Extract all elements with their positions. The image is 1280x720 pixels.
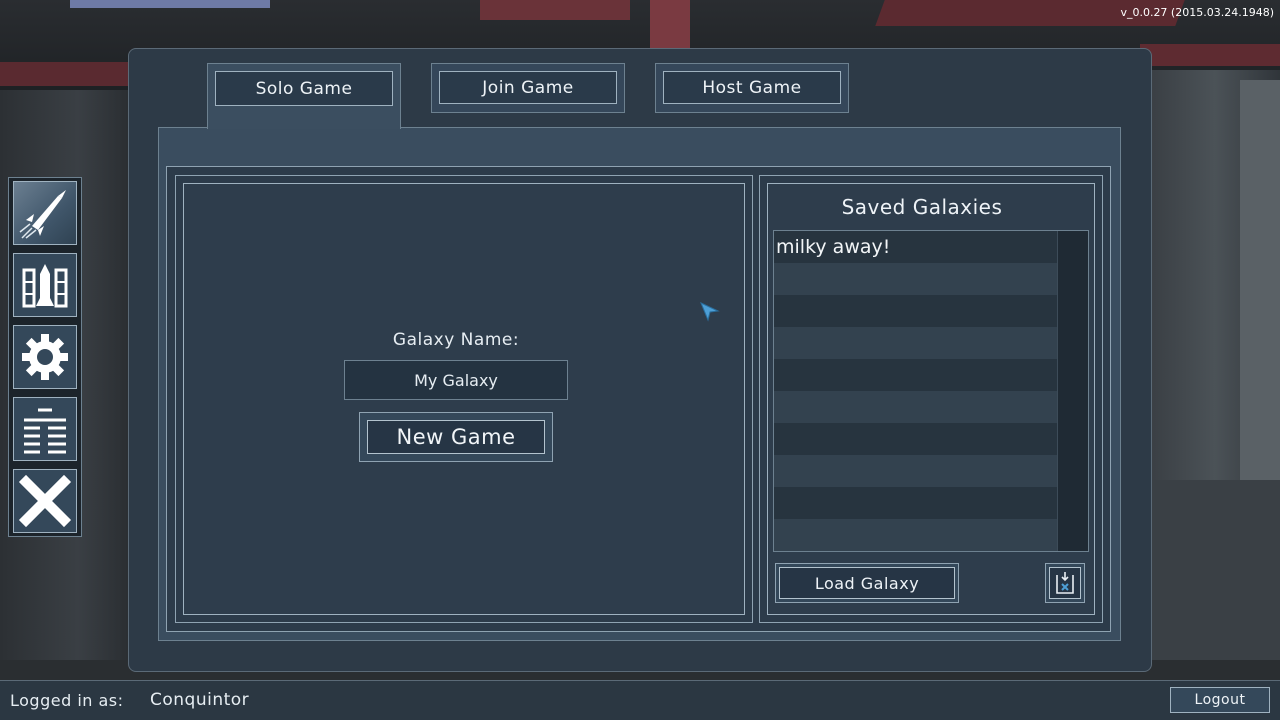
tab-solo-game[interactable]: Solo Game (207, 63, 401, 129)
list-item-empty (774, 295, 1058, 327)
list-item-empty (774, 455, 1058, 487)
ceiling-beam (0, 62, 130, 86)
settings-button[interactable] (13, 325, 77, 389)
right-column (1240, 80, 1280, 480)
ships-button[interactable] (13, 253, 77, 317)
list-item[interactable]: milky away! (774, 231, 1058, 263)
list-item-empty (774, 487, 1058, 519)
list-item-empty (774, 519, 1058, 551)
delete-galaxy-button[interactable] (1045, 563, 1085, 603)
delete-button-face (1049, 567, 1081, 599)
list-scrollbar[interactable] (1057, 231, 1088, 551)
ceiling-beam (480, 0, 630, 20)
ceiling-beam (1140, 44, 1280, 66)
list-item-empty (774, 423, 1058, 455)
new-game-button[interactable]: New Game (359, 412, 553, 462)
close-icon (18, 474, 72, 528)
list-item-empty (774, 359, 1058, 391)
ceiling-light (70, 0, 270, 8)
saved-galaxies-title: Saved Galaxies (841, 195, 1003, 219)
rocket-launch-icon (19, 190, 66, 239)
list-item-empty (774, 263, 1058, 295)
launch-button[interactable] (13, 181, 77, 245)
list-item-empty (774, 327, 1058, 359)
side-navigation (8, 177, 82, 537)
load-galaxy-button[interactable]: Load Galaxy (775, 563, 959, 603)
logged-in-label: Logged in as: (10, 691, 124, 710)
tab-label: Solo Game (215, 71, 393, 106)
new-game-button-label: New Game (367, 420, 545, 454)
gear-icon (22, 334, 68, 380)
ceiling-beam (650, 0, 690, 48)
status-bar: Logged in as: Conquintor (0, 680, 1280, 720)
tab-join-game[interactable]: Join Game (431, 63, 625, 113)
delete-file-icon (1056, 572, 1074, 594)
right-panel-wall (1150, 480, 1280, 670)
tab-label: Host Game (663, 71, 841, 104)
list-item-empty (774, 391, 1058, 423)
galaxy-name-input[interactable] (344, 360, 568, 400)
tab-host-game[interactable]: Host Game (655, 63, 849, 113)
mouse-cursor-icon (700, 302, 720, 322)
load-galaxy-button-label: Load Galaxy (779, 567, 955, 599)
username: Conquintor (150, 690, 250, 710)
galaxy-name-label: Galaxy Name: (392, 330, 520, 350)
exit-button[interactable] (13, 469, 77, 533)
list-button[interactable] (13, 397, 77, 461)
version-label: v_0.0.27 (2015.03.24.1948) (1120, 6, 1274, 19)
saved-galaxies-list[interactable]: milky away! (773, 230, 1089, 552)
tab-label: Join Game (439, 71, 617, 104)
logout-button[interactable]: Logout (1170, 687, 1270, 713)
ships-icon (22, 264, 68, 308)
list-icon (24, 408, 66, 454)
